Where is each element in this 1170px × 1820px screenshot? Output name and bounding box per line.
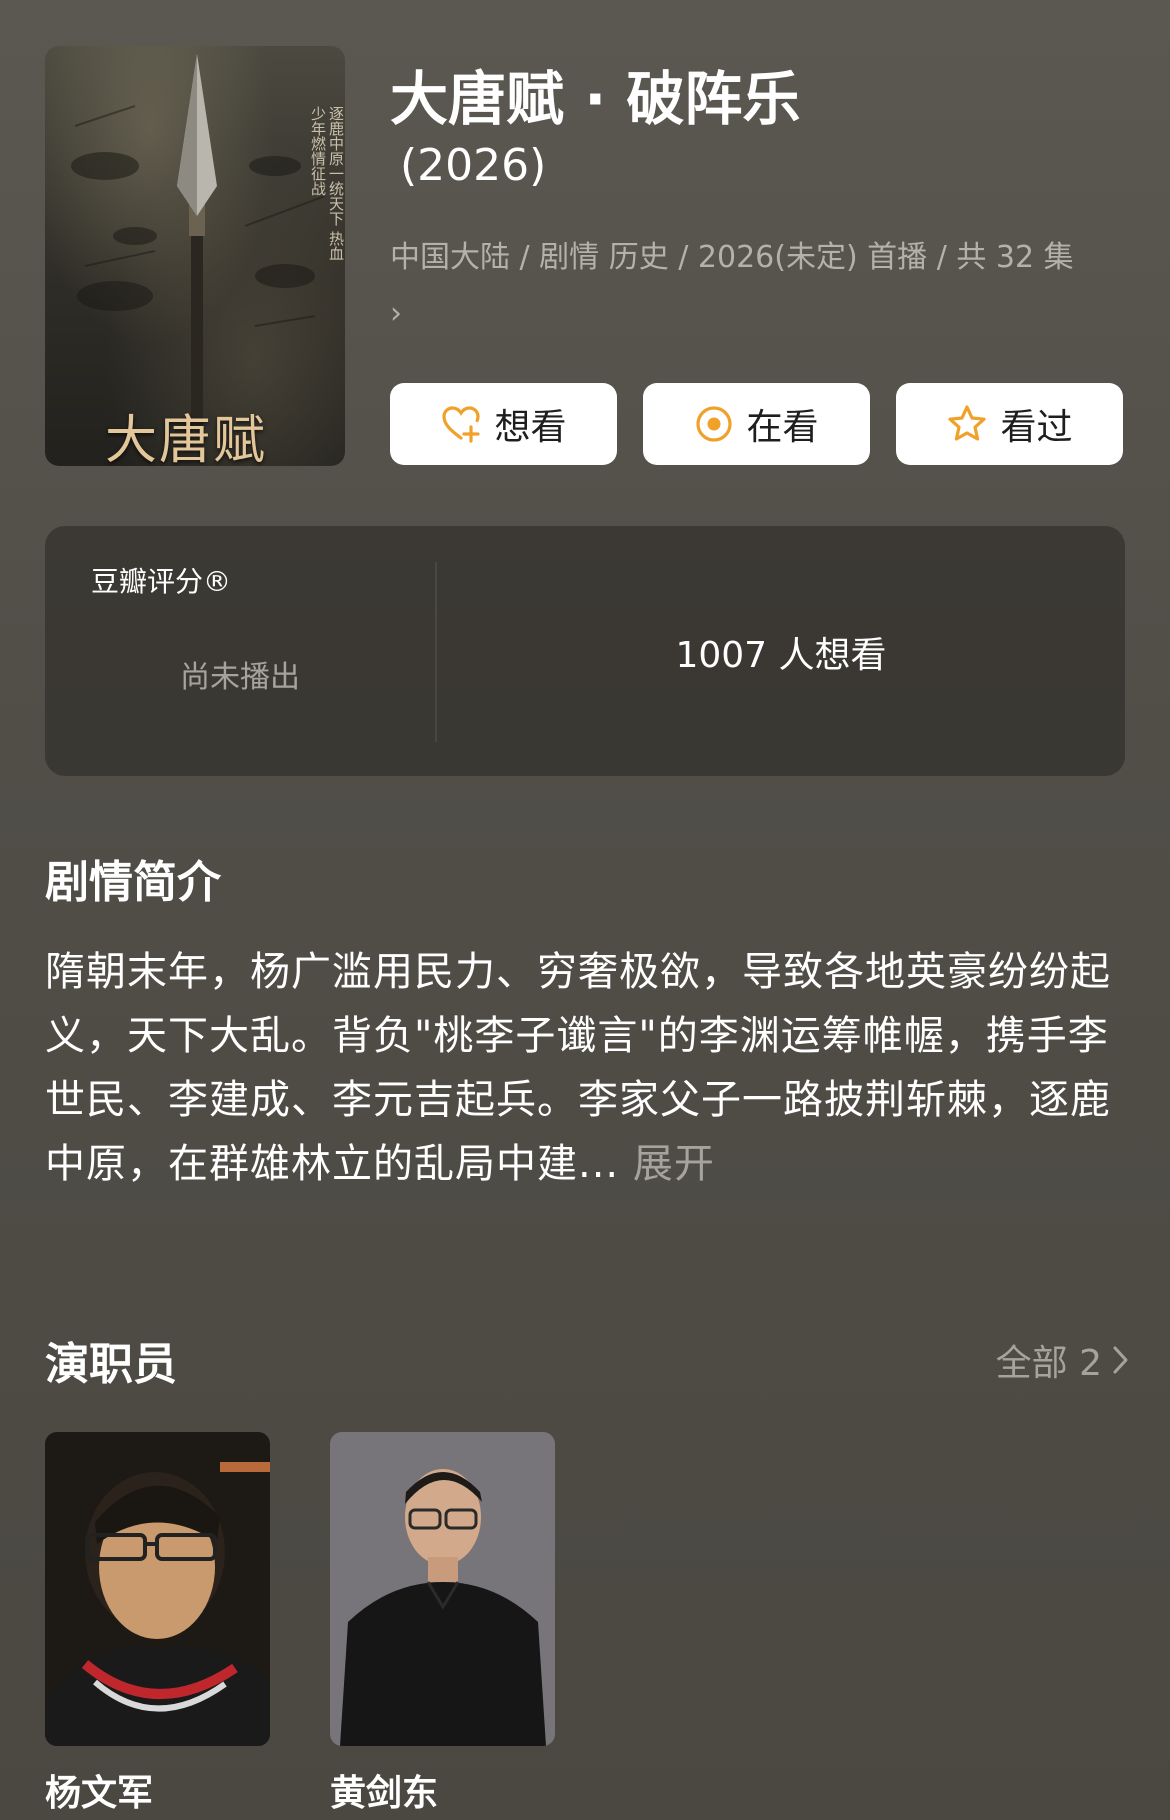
- expand-link[interactable]: 展开: [633, 1141, 715, 1187]
- see-all-label: 全部 2: [995, 1343, 1102, 1384]
- chevron-right-icon: ›: [390, 296, 402, 331]
- synopsis-body: 隋朝末年，杨广滥用民力、穷奢极欲，导致各地英豪纷纷起义，天下大乱。背负"桃李子谶…: [45, 949, 1111, 1187]
- show-meta-text: 中国大陆 / 剧情 历史 / 2026(未定) 首播 / 共 32 集: [390, 240, 1074, 275]
- chevron-right-icon: [1113, 1346, 1128, 1374]
- see-all-cast-link[interactable]: 全部 2: [996, 1334, 1132, 1386]
- avatar: [45, 1432, 270, 1746]
- watched-label: 看过: [1000, 407, 1073, 448]
- heart-plus-icon: [442, 406, 481, 443]
- avatar: [330, 1432, 555, 1746]
- cast-title: 演职员: [45, 1339, 177, 1390]
- cast-card[interactable]: 黄剑东: [330, 1432, 555, 1814]
- rating-status: 尚未播出: [180, 660, 300, 695]
- want-to-watch-button[interactable]: 想看: [390, 383, 617, 465]
- watched-button[interactable]: 看过: [896, 383, 1123, 465]
- watching-button[interactable]: 在看: [643, 383, 870, 465]
- watching-label: 在看: [746, 407, 819, 448]
- cast-photo: [330, 1432, 555, 1746]
- show-year: (2026): [400, 140, 547, 191]
- target-icon: [696, 406, 733, 442]
- poster-image[interactable]: 逐鹿中原一统天下 热血少年燃情征战 大唐赋: [45, 46, 345, 466]
- cast-photo: [45, 1432, 270, 1746]
- cast-card[interactable]: 杨文军: [45, 1432, 270, 1814]
- cast-name: 杨文军: [45, 1773, 154, 1814]
- want-count: 1007 人想看: [675, 635, 887, 676]
- rating-card[interactable]: 豆瓣评分® 尚未播出 1007 人想看: [45, 526, 1125, 776]
- synopsis-text[interactable]: 隋朝末年，杨广滥用民力、穷奢极欲，导致各地英豪纷纷起义，天下大乱。背负"桃李子谶…: [45, 940, 1125, 1196]
- show-meta[interactable]: 中国大陆 / 剧情 历史 / 2026(未定) 首播 / 共 32 集 ›: [390, 230, 1090, 342]
- show-title: 大唐赋 · 破阵乐: [390, 65, 801, 133]
- poster-tagline: 逐鹿中原一统天下 热血少年燃情征战: [309, 106, 345, 261]
- poster-title: 大唐赋: [105, 411, 268, 466]
- star-icon: [948, 405, 987, 441]
- rating-label: 豆瓣评分®: [91, 565, 232, 598]
- synopsis-title: 剧情简介: [45, 857, 221, 908]
- want-to-watch-label: 想看: [494, 407, 567, 448]
- cast-name: 黄剑东: [330, 1773, 439, 1814]
